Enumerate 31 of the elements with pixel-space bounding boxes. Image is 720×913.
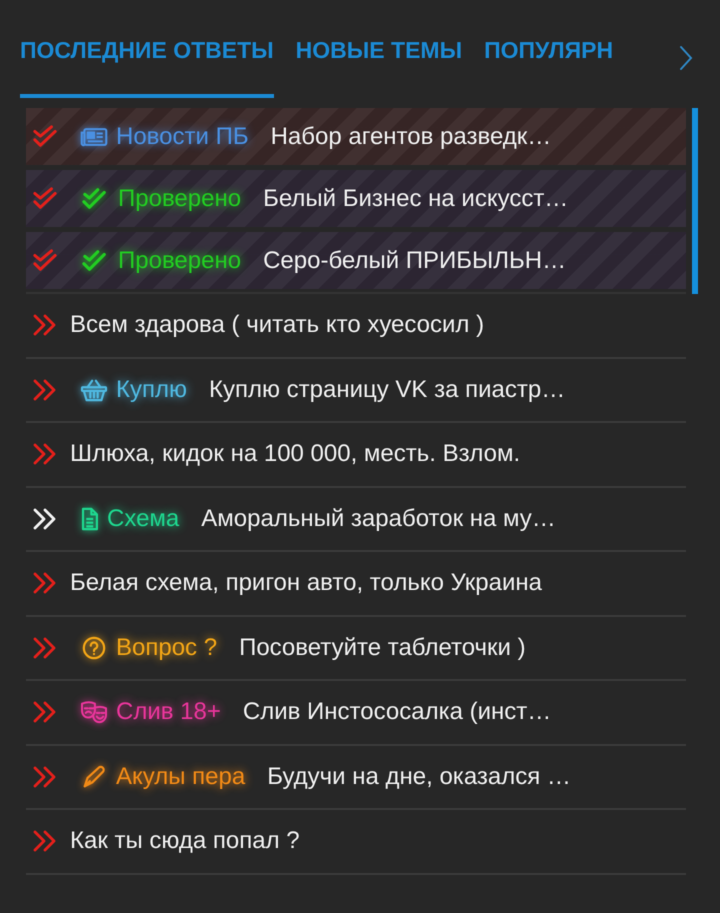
prefix-label: Куплю — [116, 376, 187, 404]
pinned-topic-row[interactable]: Проверено Серо-белый ПРИБЫЛЬН… — [26, 232, 686, 289]
topic-title: Белая схема, пригон авто, только Украина — [70, 569, 542, 598]
topic-title: Слив Инстососалка (инст… — [242, 698, 552, 726]
pinned-topic-row[interactable]: Проверено Белый Бизнес на искусст… — [26, 170, 686, 227]
prefix-label: Проверено — [118, 184, 242, 212]
topic-title: Шлюха, кидок на 100 000, месть. Взлом. — [70, 440, 520, 468]
topic-title: Будучи на дне, оказался … — [267, 762, 571, 791]
topic-title: Куплю страницу VK за пиастр… — [208, 376, 566, 404]
topic-title: Аморальный заработок на му… — [201, 504, 556, 533]
tab[interactable]: ПОПУЛЯРН — [484, 36, 614, 98]
tab[interactable]: ПОСЛЕДНИЕ ОТВЕТЫ — [20, 36, 274, 98]
prefix-label: Схема — [107, 504, 180, 533]
prefix-label: Вопрос ? — [116, 634, 218, 662]
topic-title: Набор агентов разведк… — [270, 122, 552, 150]
chevron-right-icon[interactable] — [678, 44, 694, 72]
prefix-label: Слив 18+ — [116, 698, 221, 726]
pinned-topic-row[interactable]: Новости ПБ Набор агентов разведк… — [26, 108, 686, 165]
topic-title: Посоветуйте таблеточки ) — [239, 634, 526, 662]
masks-icon — [80, 700, 108, 724]
topic-title: Как ты сюда попал ? — [70, 827, 300, 856]
prefix-label: Проверено — [118, 246, 242, 274]
topic-title: Белый Бизнес на искусст… — [263, 184, 568, 212]
prefix-label: Акулы пера — [116, 762, 246, 791]
basket-icon — [80, 378, 108, 402]
tab[interactable]: НОВЫЕ ТЕМЫ — [296, 36, 462, 98]
question-circle-icon — [80, 636, 108, 660]
topic-title: Серо-белый ПРИБЫЛЬН… — [263, 246, 566, 274]
document-icon — [80, 506, 99, 531]
prefix-label: Новости ПБ — [116, 122, 249, 150]
topic-title: Всем здарова ( читать кто хуесосил ) — [70, 311, 484, 340]
